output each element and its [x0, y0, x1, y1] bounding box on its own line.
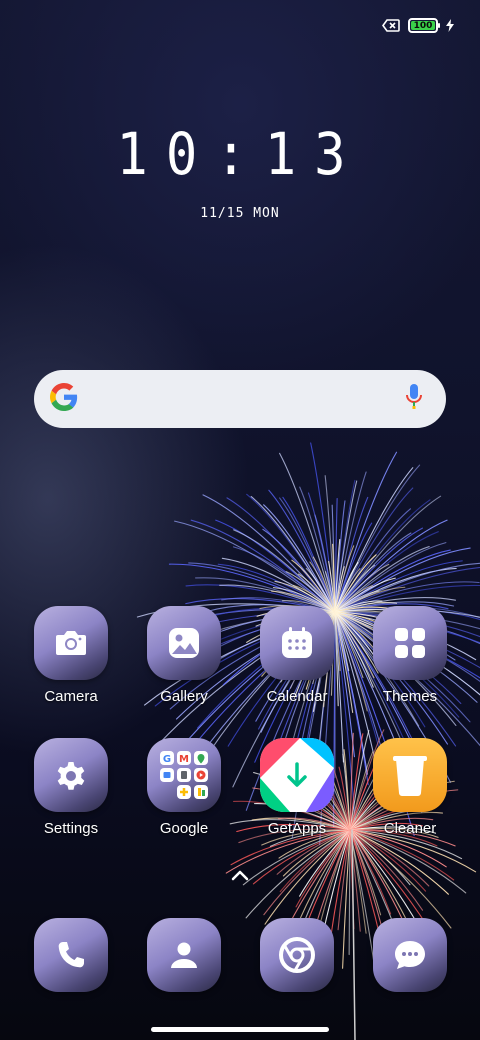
app-google-folder[interactable]: G M Google	[128, 738, 240, 837]
lock-clock: 10:13	[116, 120, 364, 188]
google-g-icon[interactable]	[50, 382, 78, 416]
app-label: Camera	[44, 688, 98, 705]
status-bar: 100	[382, 18, 454, 33]
app-label: Gallery	[160, 688, 208, 705]
no-sim-icon	[382, 19, 400, 32]
app-label: Cleaner	[383, 820, 437, 837]
app-gallery[interactable]: Gallery	[128, 606, 240, 705]
app-themes[interactable]: Themes	[354, 606, 466, 705]
calendar-icon[interactable]	[260, 606, 334, 680]
camera-icon[interactable]	[34, 606, 108, 680]
dock-messages[interactable]	[354, 918, 466, 992]
google-search-bar[interactable]	[34, 370, 446, 428]
home-indicator[interactable]	[151, 1027, 329, 1032]
contacts-icon[interactable]	[147, 918, 221, 992]
themes-icon[interactable]	[373, 606, 447, 680]
gallery-icon[interactable]	[147, 606, 221, 680]
app-label: Calendar	[266, 688, 328, 705]
app-settings[interactable]: Settings	[15, 738, 127, 837]
app-label: Google	[159, 820, 209, 837]
microphone-icon[interactable]	[404, 383, 424, 416]
messages-icon[interactable]	[373, 918, 447, 992]
battery-indicator: 100	[408, 18, 440, 33]
chevron-up-icon[interactable]	[228, 868, 252, 887]
dock-contacts[interactable]	[128, 918, 240, 992]
app-label: Themes	[382, 688, 438, 705]
charging-icon	[446, 19, 454, 32]
app-cleaner[interactable]: Cleaner	[354, 738, 466, 837]
lock-date: 11/15 MON	[200, 206, 280, 221]
svg-text:M: M	[179, 754, 189, 765]
google-folder-icon[interactable]: G M	[147, 738, 221, 812]
dock-phone[interactable]	[15, 918, 127, 992]
gear-icon[interactable]	[34, 738, 108, 812]
phone-icon[interactable]	[34, 918, 108, 992]
app-getapps[interactable]: GetApps	[241, 738, 353, 837]
app-label: Settings	[43, 820, 99, 837]
getapps-icon[interactable]	[260, 738, 334, 812]
battery-level: 100	[413, 20, 433, 31]
app-camera[interactable]: Camera	[15, 606, 127, 705]
dock-chrome[interactable]	[241, 918, 353, 992]
svg-text:G: G	[163, 754, 171, 765]
app-calendar[interactable]: Calendar	[241, 606, 353, 705]
chrome-icon[interactable]	[260, 918, 334, 992]
app-label: GetApps	[267, 820, 327, 837]
trash-icon[interactable]	[373, 738, 447, 812]
